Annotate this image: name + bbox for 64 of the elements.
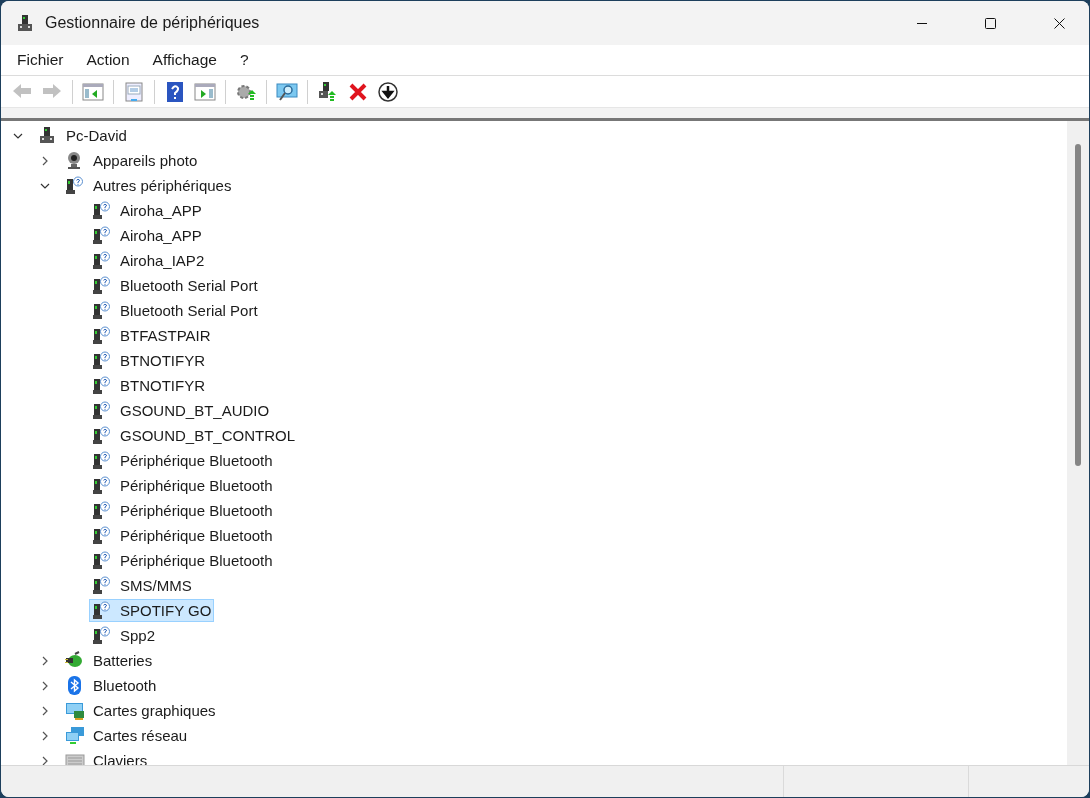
device-question-icon (92, 400, 112, 421)
device-question-icon (92, 525, 112, 546)
tree-item[interactable]: Bluetooth Serial Port (89, 299, 261, 322)
device-question-icon (92, 625, 112, 646)
tree-item[interactable]: Airoha_APP (89, 224, 205, 247)
tree-item[interactable]: BTNOTIFYR (89, 374, 208, 397)
device-question-icon (92, 375, 112, 396)
scrollbar[interactable] (1067, 121, 1089, 765)
maximize-icon (985, 17, 996, 29)
network-computers-icon (65, 725, 85, 746)
tree-item[interactable]: Périphérique Bluetooth (89, 549, 276, 572)
device-question-icon (92, 450, 112, 471)
tree-item[interactable]: BTFASTPAIR (89, 324, 214, 347)
tree-item[interactable]: Périphérique Bluetooth (89, 449, 276, 472)
properties-sheet-icon (123, 80, 145, 103)
tree-item[interactable]: Cartes réseau (62, 724, 191, 747)
tree-item[interactable]: Batteries (62, 649, 156, 672)
device-question-icon (92, 275, 112, 296)
down-arrow-circle-icon (377, 80, 399, 103)
scroll-thumb[interactable] (1075, 144, 1081, 466)
tree-item[interactable]: Spp2 (89, 624, 159, 647)
tree-item[interactable]: Airoha_APP (89, 199, 205, 222)
monitor-magnifier-icon (276, 80, 298, 103)
tree-item[interactable]: Périphérique Bluetooth (89, 524, 276, 547)
device-question-icon (92, 575, 112, 596)
device-question-icon (92, 425, 112, 446)
tree-item[interactable]: Bluetooth Serial Port (89, 274, 261, 297)
tree-item[interactable]: SPOTIFY GO (89, 599, 215, 622)
menu-item[interactable]: Fichier (7, 49, 74, 71)
device-question-icon (92, 550, 112, 571)
tree-item[interactable]: Bluetooth (62, 674, 160, 697)
window-pane-icon (194, 80, 216, 103)
device-question-icon (92, 475, 112, 496)
tree-item[interactable]: BTNOTIFYR (89, 349, 208, 372)
tree-item[interactable]: Autres périphériques (62, 174, 235, 197)
device-question-icon (92, 325, 112, 346)
minimize-icon (916, 22, 927, 24)
tree-item[interactable]: GSOUND_BT_AUDIO (89, 399, 273, 422)
window-title: Gestionnaire de périphériques (45, 14, 260, 32)
tree-item[interactable]: Airoha_IAP2 (89, 249, 208, 272)
menu-item[interactable]: Action (76, 49, 140, 71)
device-question-icon (92, 200, 112, 221)
menu-item[interactable]: ? (229, 49, 259, 71)
tree-item[interactable]: Périphérique Bluetooth (89, 499, 276, 522)
tree-item[interactable]: SMS/MMS (89, 574, 195, 597)
help-book-icon (164, 80, 186, 103)
device-question-icon (92, 600, 112, 621)
tree-item[interactable]: Périphérique Bluetooth (89, 474, 276, 497)
app-icon (16, 14, 34, 32)
device-question-icon (92, 300, 112, 321)
monitor-card-icon (65, 700, 85, 721)
tree-item[interactable]: GSOUND_BT_CONTROL (89, 424, 299, 447)
close-icon (1054, 17, 1065, 29)
tree-item[interactable]: Pc-David (35, 124, 130, 147)
tree-item[interactable]: Cartes graphiques (62, 699, 219, 722)
device-arrow-icon (317, 80, 339, 103)
device-question-icon (65, 175, 85, 196)
tree-item[interactable]: Appareils photo (62, 149, 201, 172)
device-question-icon (92, 225, 112, 246)
window-pane-icon (82, 80, 104, 103)
device-question-icon (92, 350, 112, 371)
device-question-icon (92, 500, 112, 521)
menu-item[interactable]: Affichage (142, 49, 227, 71)
device-question-icon (92, 250, 112, 271)
